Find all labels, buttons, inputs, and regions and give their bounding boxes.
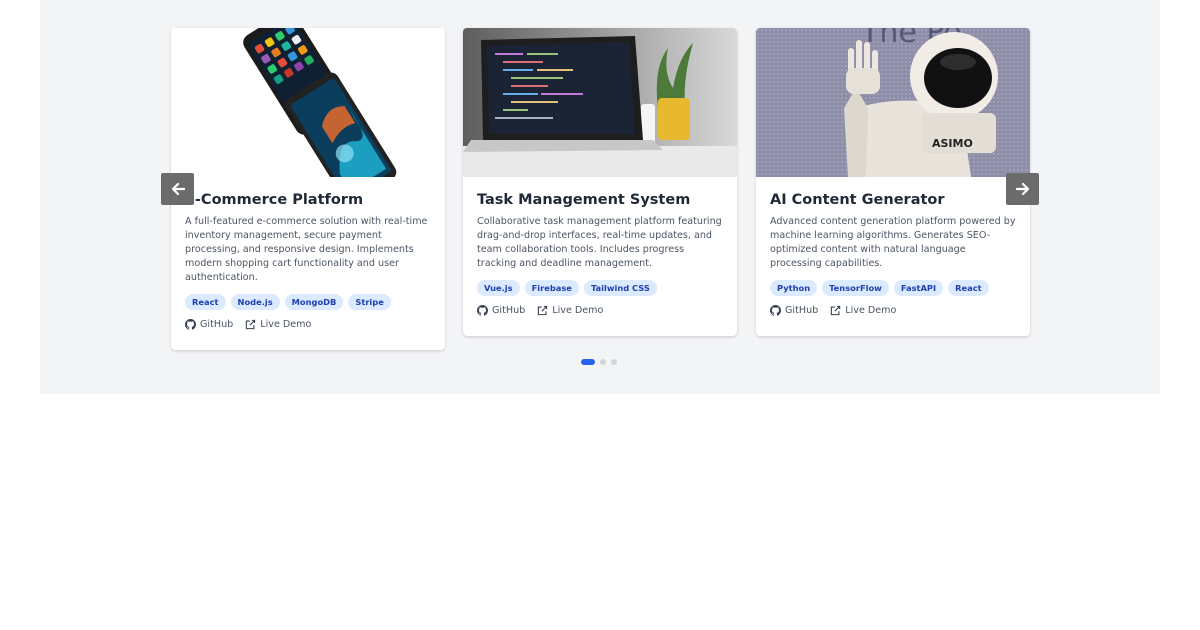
arrow-right-icon [1015, 182, 1029, 196]
github-label: GitHub [785, 305, 819, 316]
external-link-icon [538, 305, 548, 316]
project-card: The Po ASIMO AI Content Generator Advanc… [756, 28, 1030, 336]
carousel-pagination [581, 359, 617, 365]
project-card: Task Management System Collaborative tas… [463, 28, 737, 336]
project-description: Advanced content generation platform pow… [770, 216, 1016, 269]
live-demo-label: Live Demo [260, 319, 312, 330]
project-image-smartphones [171, 28, 445, 177]
github-icon [477, 305, 488, 316]
live-demo-link[interactable]: Live Demo [537, 305, 603, 316]
tech-tags: React Node.js MongoDB Stripe [185, 294, 431, 310]
live-demo-label: Live Demo [845, 305, 897, 316]
github-icon [770, 305, 781, 316]
project-title: Task Management System [477, 192, 691, 208]
pagination-dot-2[interactable] [600, 359, 606, 365]
live-demo-label: Live Demo [552, 305, 604, 316]
external-link-icon [246, 319, 256, 330]
tech-tag: MongoDB [284, 294, 344, 310]
tech-tags: Python TensorFlow FastAPI React [770, 280, 1016, 296]
tech-tags: Vue.js Firebase Tailwind CSS [477, 280, 723, 296]
tech-tag: TensorFlow [822, 280, 889, 296]
project-title: AI Content Generator [770, 192, 945, 208]
carousel-next-button[interactable] [1006, 173, 1039, 205]
project-description: Collaborative task management platform f… [477, 216, 722, 269]
pagination-dot-3[interactable] [611, 359, 617, 365]
github-label: GitHub [200, 319, 234, 330]
tech-tag: Firebase [524, 280, 579, 296]
github-link[interactable]: GitHub [185, 319, 233, 330]
pagination-dot-1[interactable] [581, 359, 595, 365]
github-link[interactable]: GitHub [770, 305, 818, 316]
tech-tag: Tailwind CSS [583, 280, 657, 296]
arrow-left-icon [171, 182, 185, 196]
project-image-laptop [463, 28, 737, 177]
live-demo-link[interactable]: Live Demo [245, 319, 311, 330]
project-title: E-Commerce Platform [185, 192, 364, 208]
carousel-prev-button[interactable] [161, 173, 194, 205]
project-description: A full-featured e-commerce solution with… [185, 216, 428, 283]
github-icon [185, 319, 196, 330]
github-label: GitHub [492, 305, 526, 316]
tech-tag: FastAPI [893, 280, 944, 296]
tech-tag: Python [770, 280, 818, 296]
robot-label: ASIMO [932, 137, 973, 150]
tech-tag: Vue.js [477, 280, 520, 296]
github-link[interactable]: GitHub [477, 305, 525, 316]
project-card: E-Commerce Platform A full-featured e-co… [171, 28, 445, 350]
tech-tag: Stripe [348, 294, 391, 310]
project-image-robot: The Po ASIMO [756, 28, 1030, 177]
tech-tag: React [185, 294, 226, 310]
live-demo-link[interactable]: Live Demo [830, 305, 896, 316]
tech-tag: Node.js [230, 294, 280, 310]
tech-tag: React [948, 280, 989, 296]
external-link-icon [831, 305, 841, 316]
